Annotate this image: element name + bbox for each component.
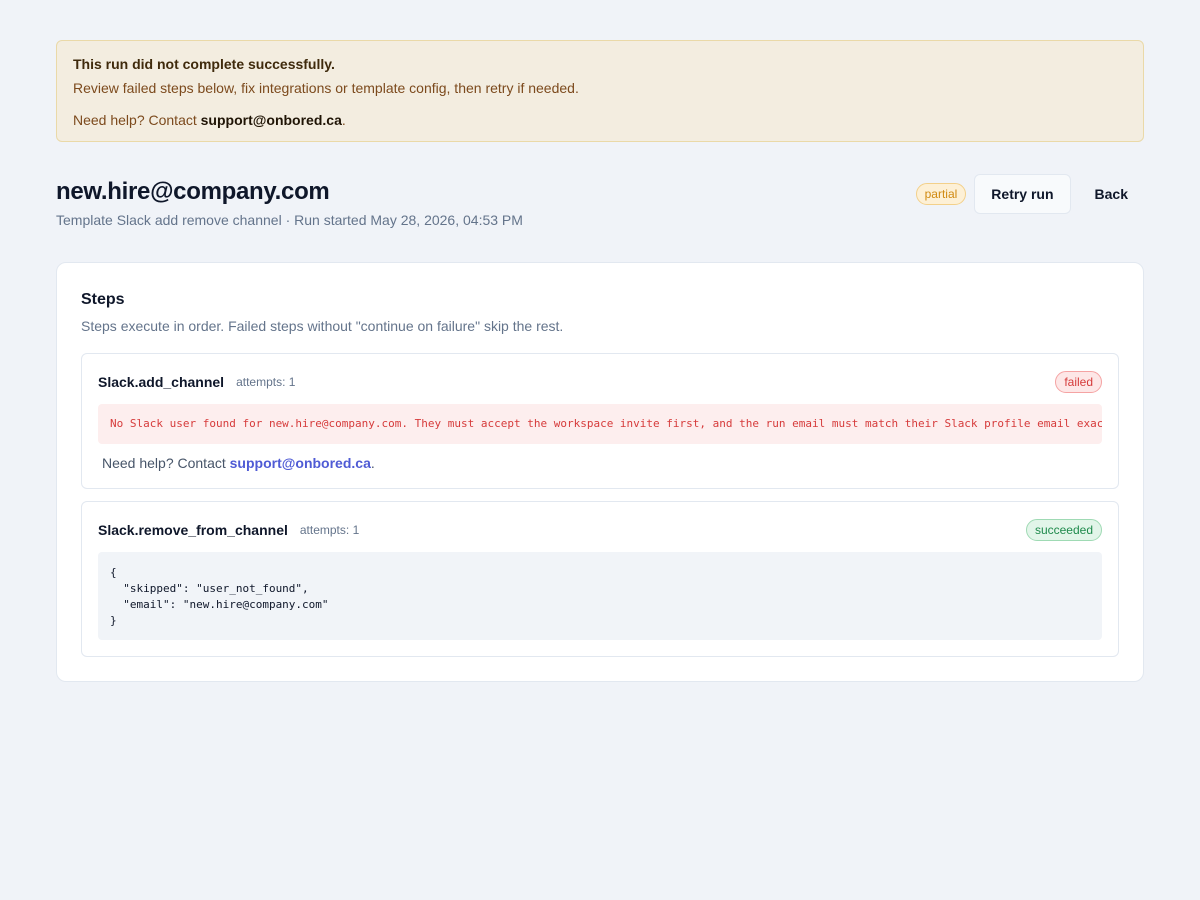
steps-title: Steps	[81, 291, 125, 308]
step-output-json: { "skipped": "user_not_found", "email": …	[98, 552, 1102, 640]
alert-support-email-link[interactable]: support@onbored.ca	[201, 112, 342, 128]
step-help-text: Need help? Contact	[102, 455, 230, 471]
step-status-badge: failed	[1055, 371, 1102, 393]
alert-help-text: Need help? Contact	[73, 112, 201, 128]
retry-run-button[interactable]: Retry run	[974, 174, 1071, 214]
header-actions: partial Retry run Back	[915, 174, 1144, 214]
alert-help: Need help? Contact support@onbored.ca.	[73, 111, 1127, 129]
step-name: Slack.add_channel	[98, 374, 225, 390]
alert-title: This run did not complete successfully.	[73, 56, 335, 72]
run-failure-alert: This run did not complete successfully. …	[56, 40, 1144, 142]
step-support-email-link[interactable]: support@onbored.ca	[230, 455, 371, 471]
back-button[interactable]: Back	[1079, 174, 1144, 214]
steps-card: Steps Steps execute in order. Failed ste…	[56, 262, 1144, 682]
step-status-badge: succeeded	[1025, 519, 1102, 541]
status-badge: partial	[915, 183, 967, 205]
step-help: Need help? Contact support@onbored.ca.	[102, 454, 375, 472]
step-error-message: No Slack user found for new.hire@company…	[98, 404, 1102, 444]
step-header: Slack.add_channel attempts: 1 failed	[98, 370, 1102, 394]
step-help-suffix: .	[370, 455, 375, 471]
step-header: Slack.remove_from_channel attempts: 1 su…	[98, 518, 1102, 542]
step-item: Slack.add_channel attempts: 1 failed No …	[81, 353, 1119, 489]
step-name: Slack.remove_from_channel	[98, 522, 288, 538]
steps-description: Steps execute in order. Failed steps wit…	[81, 318, 564, 334]
step-attempts: attempts: 1	[236, 375, 296, 389]
step-item: Slack.remove_from_channel attempts: 1 su…	[81, 501, 1119, 657]
alert-help-suffix: .	[341, 112, 346, 128]
step-attempts: attempts: 1	[299, 523, 360, 537]
run-header: new.hire@company.com Template Slack add …	[56, 174, 1144, 236]
alert-message: Review failed steps below, fix integrati…	[73, 80, 579, 96]
